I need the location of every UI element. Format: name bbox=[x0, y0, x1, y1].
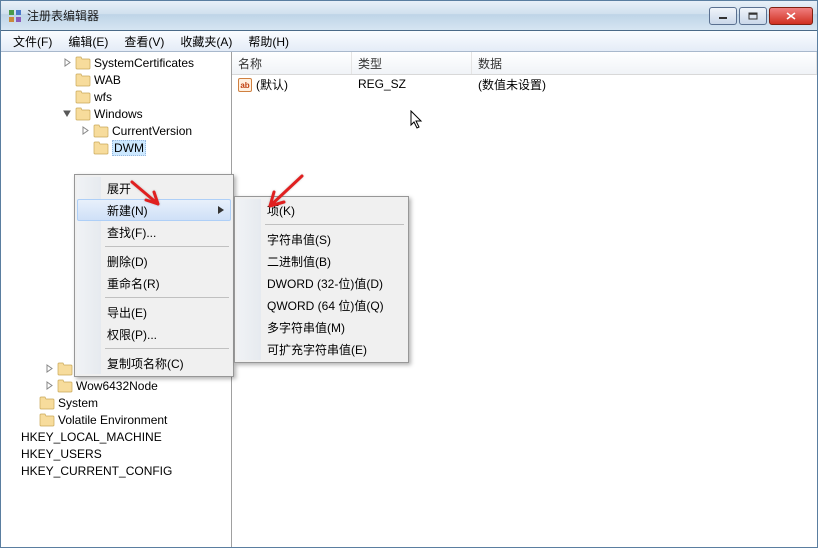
ctx-expand[interactable]: 展开 bbox=[77, 177, 231, 199]
ctx-new-qword-label: QWORD (64 位)值(Q) bbox=[267, 297, 384, 314]
reg-string-icon: ab bbox=[238, 78, 252, 92]
tree-item[interactable]: Wow6432Node bbox=[1, 377, 231, 394]
close-button[interactable] bbox=[769, 7, 813, 25]
tree-item-label: System bbox=[58, 396, 98, 410]
tree-item[interactable]: WAB bbox=[1, 71, 231, 88]
tree-item-label: HKEY_LOCAL_MACHINE bbox=[21, 430, 162, 444]
cell-type: REG_SZ bbox=[352, 76, 472, 92]
ctx-permissions[interactable]: 权限(P)... bbox=[77, 323, 231, 345]
folder-icon bbox=[75, 90, 91, 104]
tree-item-label: CurrentVersion bbox=[112, 124, 192, 138]
ctx-new-multistring[interactable]: 多字符串值(M) bbox=[237, 316, 406, 338]
minimize-button[interactable] bbox=[709, 7, 737, 25]
tree-expander-icon[interactable] bbox=[63, 58, 75, 67]
folder-icon bbox=[75, 56, 91, 70]
tree-item-label: WAB bbox=[94, 73, 121, 87]
tree-item[interactable]: wfs bbox=[1, 88, 231, 105]
tree-expander-icon[interactable] bbox=[81, 126, 93, 135]
tree-item[interactable]: System bbox=[1, 394, 231, 411]
ctx-find[interactable]: 查找(F)... bbox=[77, 221, 231, 243]
tree-item[interactable]: HKEY_LOCAL_MACHINE bbox=[1, 428, 231, 445]
menu-help[interactable]: 帮助(H) bbox=[240, 31, 297, 52]
submenu-arrow-icon bbox=[218, 206, 224, 214]
ctx-separator bbox=[105, 246, 229, 247]
tree-expander-icon[interactable] bbox=[45, 364, 57, 373]
cell-data: (数值未设置) bbox=[472, 75, 817, 94]
col-name[interactable]: 名称 bbox=[232, 52, 352, 74]
ctx-copy-key-name-label: 复制项名称(C) bbox=[107, 355, 184, 372]
ctx-new-key[interactable]: 项(K) bbox=[237, 199, 406, 221]
tree-item-label: HKEY_USERS bbox=[21, 447, 102, 461]
tree-item[interactable]: Windows bbox=[1, 105, 231, 122]
tree-item-label: wfs bbox=[94, 90, 112, 104]
ctx-find-label: 查找(F)... bbox=[107, 224, 156, 241]
ctx-new-multistring-label: 多字符串值(M) bbox=[267, 319, 345, 336]
ctx-new-dword-label: DWORD (32-位)值(D) bbox=[267, 275, 383, 292]
window-buttons bbox=[709, 7, 813, 25]
tree-item-label: Windows bbox=[94, 107, 143, 121]
ctx-new-key-label: 项(K) bbox=[267, 202, 295, 219]
ctx-export[interactable]: 导出(E) bbox=[77, 301, 231, 323]
ctx-new-qword[interactable]: QWORD (64 位)值(Q) bbox=[237, 294, 406, 316]
ctx-separator bbox=[105, 297, 229, 298]
ctx-rename-label: 重命名(R) bbox=[107, 275, 160, 292]
menu-favorites[interactable]: 收藏夹(A) bbox=[172, 31, 240, 52]
folder-icon bbox=[93, 124, 109, 138]
ctx-new[interactable]: 新建(N) bbox=[77, 199, 231, 221]
value-name: (默认) bbox=[256, 78, 288, 92]
tree-item[interactable]: DWM bbox=[1, 139, 231, 156]
ctx-export-label: 导出(E) bbox=[107, 304, 147, 321]
ctx-delete-label: 删除(D) bbox=[107, 253, 148, 270]
ctx-separator bbox=[265, 224, 404, 225]
tree-item-label: Wow6432Node bbox=[76, 379, 158, 393]
ctx-new-expandstring-label: 可扩充字符串值(E) bbox=[267, 341, 367, 358]
titlebar: 注册表编辑器 bbox=[1, 1, 817, 31]
list-row[interactable]: ab (默认) REG_SZ (数值未设置) bbox=[232, 75, 817, 93]
folder-icon bbox=[57, 379, 73, 393]
tree-item-label: HKEY_CURRENT_CONFIG bbox=[21, 464, 172, 478]
ctx-rename[interactable]: 重命名(R) bbox=[77, 272, 231, 294]
folder-icon bbox=[75, 73, 91, 87]
ctx-copy-key-name[interactable]: 复制项名称(C) bbox=[77, 352, 231, 374]
ctx-new-binary-label: 二进制值(B) bbox=[267, 253, 331, 270]
cell-name: ab (默认) bbox=[232, 75, 352, 94]
context-menu-primary: 展开 新建(N) 查找(F)... 删除(D) 重命名(R) 导出(E) 权限(… bbox=[74, 174, 234, 377]
ctx-new-expandstring[interactable]: 可扩充字符串值(E) bbox=[237, 338, 406, 360]
tree-item[interactable]: SystemCertificates bbox=[1, 54, 231, 71]
folder-icon bbox=[39, 413, 55, 427]
ctx-new-binary[interactable]: 二进制值(B) bbox=[237, 250, 406, 272]
tree-item[interactable]: HKEY_CURRENT_CONFIG bbox=[1, 462, 231, 479]
context-menu-new-submenu: 项(K) 字符串值(S) 二进制值(B) DWORD (32-位)值(D) QW… bbox=[234, 196, 409, 363]
tree-expander-icon[interactable] bbox=[63, 109, 75, 118]
tree-item[interactable]: CurrentVersion bbox=[1, 122, 231, 139]
col-type[interactable]: 类型 bbox=[352, 52, 472, 74]
menu-edit[interactable]: 编辑(E) bbox=[60, 31, 116, 52]
folder-icon bbox=[39, 396, 55, 410]
menu-file[interactable]: 文件(F) bbox=[5, 31, 60, 52]
tree-item[interactable]: Volatile Environment bbox=[1, 411, 231, 428]
window-title: 注册表编辑器 bbox=[27, 7, 709, 24]
app-icon bbox=[7, 8, 23, 24]
ctx-expand-label: 展开 bbox=[107, 180, 131, 197]
tree-expander-icon[interactable] bbox=[45, 381, 57, 390]
tree-item-label: Volatile Environment bbox=[58, 413, 167, 427]
col-data[interactable]: 数据 bbox=[472, 52, 817, 74]
list-header: 名称 类型 数据 bbox=[232, 52, 817, 75]
ctx-new-dword[interactable]: DWORD (32-位)值(D) bbox=[237, 272, 406, 294]
folder-icon bbox=[75, 107, 91, 121]
folder-icon bbox=[93, 141, 109, 155]
folder-icon bbox=[57, 362, 73, 376]
tree-item-label: DWM bbox=[112, 140, 146, 156]
menubar: 文件(F) 编辑(E) 查看(V) 收藏夹(A) 帮助(H) bbox=[1, 31, 817, 52]
maximize-button[interactable] bbox=[739, 7, 767, 25]
ctx-new-string-label: 字符串值(S) bbox=[267, 231, 331, 248]
ctx-separator bbox=[105, 348, 229, 349]
ctx-new-label: 新建(N) bbox=[107, 202, 148, 219]
ctx-delete[interactable]: 删除(D) bbox=[77, 250, 231, 272]
ctx-new-string[interactable]: 字符串值(S) bbox=[237, 228, 406, 250]
menu-view[interactable]: 查看(V) bbox=[116, 31, 172, 52]
tree-item[interactable]: HKEY_USERS bbox=[1, 445, 231, 462]
ctx-permissions-label: 权限(P)... bbox=[107, 326, 157, 343]
tree-item-label: SystemCertificates bbox=[94, 56, 194, 70]
